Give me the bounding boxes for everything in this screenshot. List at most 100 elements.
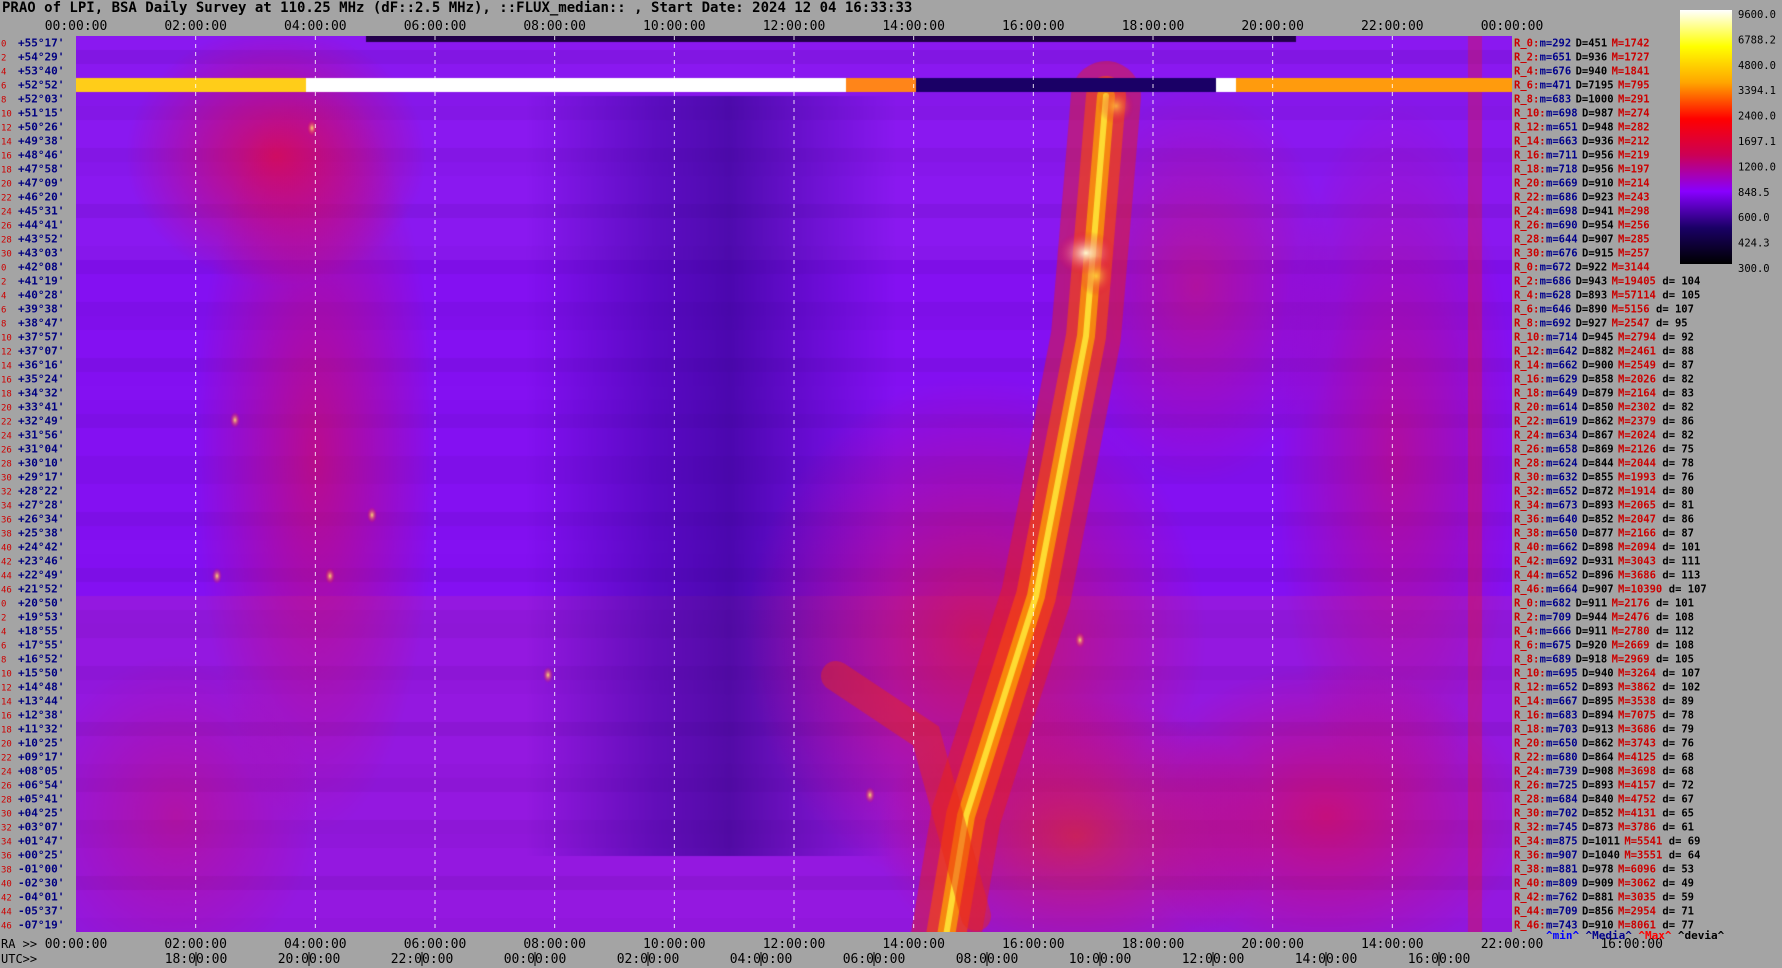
- row-dec-label: +53°40': [18, 65, 64, 78]
- stat-max: M=3786: [1618, 822, 1656, 834]
- stat-median: D=893: [1582, 780, 1614, 792]
- stat-max: M=5156: [1612, 304, 1650, 316]
- stat-max: M=219: [1618, 150, 1650, 162]
- stat-min: m=762: [1546, 892, 1578, 904]
- row-dec-label: +12°38': [18, 709, 64, 722]
- stat-row-id: R_8:: [1514, 94, 1539, 106]
- stat-median: D=893: [1582, 500, 1614, 512]
- row-dec-label: +50°26': [18, 121, 64, 134]
- stat-max: M=4752: [1618, 794, 1656, 806]
- stat-devia: d= 82: [1662, 430, 1694, 442]
- row-index-label: 2: [1, 278, 6, 288]
- row-dec-label: +04°25': [18, 807, 64, 820]
- stat-row-id: R_22:: [1514, 416, 1546, 428]
- stat-row-id: R_10:: [1514, 108, 1546, 120]
- stat-median: D=1000: [1576, 94, 1614, 106]
- row-dec-label: +44°41': [18, 219, 64, 232]
- row-index-label: 0: [1, 264, 6, 274]
- stat-min: m=658: [1546, 444, 1578, 456]
- stat-min: m=640: [1546, 514, 1578, 526]
- ra-tick-label: 14:00:00: [882, 937, 945, 952]
- row-index-label: 2: [1, 614, 6, 624]
- stat-max: M=3062: [1618, 878, 1656, 890]
- stat-devia: d= 107: [1669, 584, 1707, 596]
- stat-min: m=683: [1540, 94, 1572, 106]
- footer-legend-item: ^Media^: [1586, 929, 1633, 942]
- row-index-label: 40: [1, 544, 12, 554]
- stat-row-id: R_4:: [1514, 290, 1539, 302]
- stat-row-id: R_0:: [1514, 262, 1539, 274]
- stat-median: D=879: [1582, 388, 1614, 400]
- stat-median: D=948: [1582, 122, 1614, 134]
- stat-max: M=6096: [1618, 864, 1656, 876]
- row-dec-label: +06°54': [18, 779, 64, 792]
- stat-row-id: R_26:: [1514, 780, 1546, 792]
- stat-row-id: R_16:: [1514, 710, 1546, 722]
- colorbar-tick-label: 9600.0: [1738, 9, 1776, 21]
- stat-min: m=680: [1546, 752, 1578, 764]
- stat-row-id: R_40:: [1514, 542, 1546, 554]
- stat-devia: d= 61: [1662, 822, 1694, 834]
- stat-max: M=7075: [1618, 710, 1656, 722]
- stat-min: m=650: [1546, 528, 1578, 540]
- stat-devia: d= 72: [1662, 780, 1694, 792]
- stat-min: m=667: [1546, 696, 1578, 708]
- row-dec-label: +14°48': [18, 681, 64, 694]
- stat-devia: d= 88: [1662, 346, 1694, 358]
- row-index-label: 34: [1, 838, 12, 848]
- stat-row-id: R_4:: [1514, 66, 1539, 78]
- stat-devia: d= 49: [1662, 878, 1694, 890]
- stat-max: M=5541: [1624, 836, 1662, 848]
- stat-min: m=646: [1540, 304, 1572, 316]
- row-dec-label: +51°15': [18, 107, 64, 120]
- stat-row-id: R_22:: [1514, 752, 1546, 764]
- stat-row-id: R_0:: [1514, 598, 1539, 610]
- stat-median: D=862: [1582, 738, 1614, 750]
- stat-median: D=907: [1582, 234, 1614, 246]
- stat-min: m=628: [1540, 290, 1572, 302]
- stat-row-id: R_20:: [1514, 402, 1546, 414]
- ra-tick-label: 00:00:00: [45, 937, 108, 952]
- footer-legend-item: ^devia^: [1678, 929, 1725, 942]
- row-index-label: 16: [1, 376, 12, 386]
- row-dec-label: +35°24': [18, 373, 64, 386]
- row-dec-label: +23°46': [18, 555, 64, 568]
- row-index-label: 20: [1, 404, 12, 414]
- ra-tick-label: 16:00:00: [1002, 937, 1065, 952]
- stat-max: M=256: [1618, 220, 1650, 232]
- stat-row-id: R_2:: [1514, 612, 1539, 624]
- row-dec-label: +54°29': [18, 51, 64, 64]
- ra-tick-label: 04:00:00: [284, 937, 347, 952]
- row-dec-label: +29°17': [18, 471, 64, 484]
- stat-row-id: R_36:: [1514, 850, 1546, 862]
- stat-row-id: R_18:: [1514, 164, 1546, 176]
- row-dec-label: +38°47': [18, 317, 64, 330]
- stat-min: m=745: [1546, 822, 1578, 834]
- top-tick-label: 10:00:00: [643, 19, 706, 34]
- row-dec-label: +18°55': [18, 625, 64, 638]
- stat-row-id: R_12:: [1514, 346, 1546, 358]
- stat-max: M=3264: [1618, 668, 1656, 680]
- top-tick-label: 08:00:00: [523, 19, 586, 34]
- stat-min: m=666: [1540, 626, 1572, 638]
- stat-median: D=869: [1582, 444, 1614, 456]
- stat-devia: d= 81: [1662, 500, 1694, 512]
- stat-min: m=684: [1546, 794, 1578, 806]
- row-dec-label: +00°25': [18, 849, 64, 862]
- stat-devia: d= 69: [1669, 836, 1701, 848]
- stat-min: m=652: [1546, 486, 1578, 498]
- row-dec-label: +36°16': [18, 359, 64, 372]
- row-dec-label: +37°57': [18, 331, 64, 344]
- stat-min: m=651: [1540, 52, 1572, 64]
- stat-median: D=911: [1576, 598, 1608, 610]
- stat-devia: d= 92: [1662, 332, 1694, 344]
- stat-devia: d= 65: [1662, 808, 1694, 820]
- row-dec-label: +11°32': [18, 723, 64, 736]
- stat-max: M=212: [1618, 136, 1650, 148]
- stat-median: D=898: [1582, 542, 1614, 554]
- stat-min: m=676: [1540, 66, 1572, 78]
- row-dec-label: -02°30': [18, 877, 64, 890]
- stat-row-id: R_14:: [1514, 696, 1546, 708]
- row-index-label: 36: [1, 852, 12, 862]
- stat-median: D=855: [1582, 472, 1614, 484]
